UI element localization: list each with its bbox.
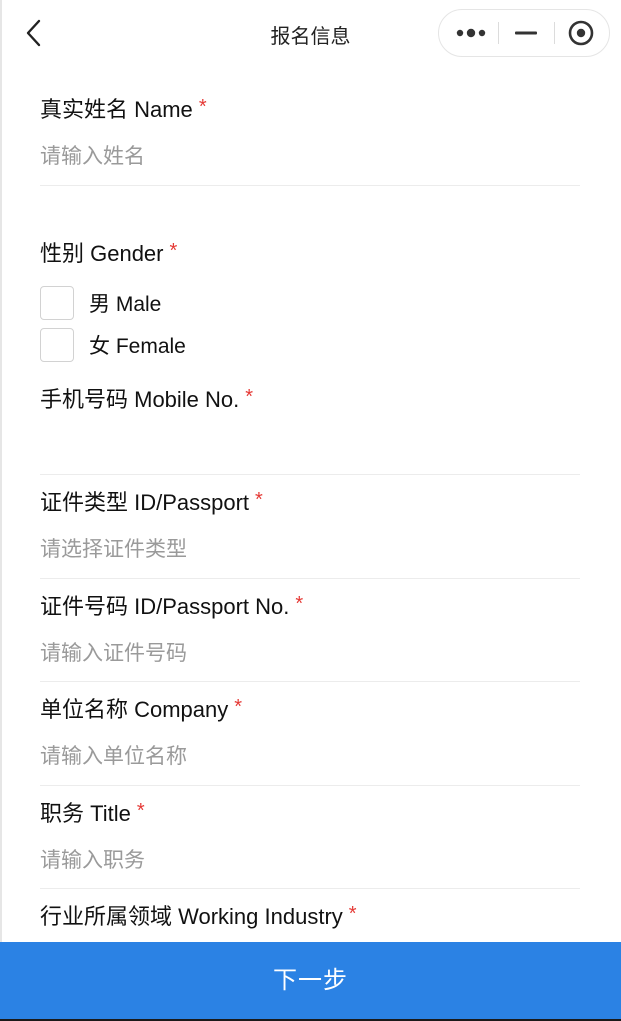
divider (40, 578, 580, 579)
mini-program-capsule (438, 9, 610, 57)
id-number-input[interactable] (40, 637, 580, 671)
company-label: 单位名称 Company * (40, 696, 243, 722)
mobile-field-group: 手机号码 Mobile No. * (40, 382, 580, 475)
checkbox[interactable] (40, 328, 74, 362)
divider (40, 785, 580, 786)
company-field-group: 单位名称 Company * (40, 692, 580, 786)
close-button[interactable] (554, 10, 610, 56)
required-mark: * (136, 800, 145, 822)
required-mark: * (295, 593, 304, 615)
checkbox[interactable] (40, 286, 74, 320)
divider (40, 185, 580, 186)
gender-option-female[interactable]: 女 Female (40, 327, 186, 363)
job-title-input[interactable] (40, 844, 580, 878)
id-number-label: 证件号码 ID/Passport No. * (40, 593, 304, 619)
name-input[interactable] (40, 140, 580, 174)
left-edge-line (0, 0, 2, 1021)
divider (40, 474, 580, 475)
id-number-field-group: 证件号码 ID/Passport No. * (40, 589, 580, 682)
mobile-label: 手机号码 Mobile No. * (40, 386, 254, 412)
mobile-input[interactable] (40, 430, 580, 464)
gender-option-label: 男 Male (89, 293, 162, 316)
required-mark: * (245, 386, 254, 408)
nav-bar: 报名信息 (0, 0, 621, 66)
industry-field-group: 行业所属领域 Working Industry * (40, 899, 580, 931)
required-mark: * (234, 696, 243, 718)
target-circle-icon (568, 20, 594, 46)
more-button[interactable] (441, 10, 497, 56)
required-mark: * (348, 903, 357, 925)
gender-option-male[interactable]: 男 Male (40, 285, 161, 321)
id-type-picker[interactable] (40, 533, 580, 567)
industry-label: 行业所属领域 Working Industry * (40, 903, 357, 929)
more-dots-icon (456, 28, 486, 38)
minus-icon (515, 31, 537, 35)
divider (40, 681, 580, 682)
id-type-field-group: 证件类型 ID/Passport * (40, 485, 580, 579)
divider (40, 888, 580, 889)
id-type-label: 证件类型 ID/Passport * (40, 489, 263, 515)
required-mark: * (198, 96, 207, 118)
gender-option-label: 女 Female (89, 335, 186, 358)
gender-field-group: 性别 Gender * 男 Male 女 Female (40, 236, 580, 362)
job-title-field-group: 职务 Title * (40, 796, 580, 889)
name-field-group: 真实姓名 Name * (40, 92, 580, 186)
required-mark: * (169, 240, 178, 262)
company-input[interactable] (40, 740, 580, 774)
job-title-label: 职务 Title * (40, 800, 145, 826)
next-step-button[interactable]: 下一步 (0, 942, 621, 1019)
minimize-button[interactable] (498, 10, 554, 56)
required-mark: * (255, 489, 263, 511)
gender-label: 性别 Gender * (40, 240, 178, 266)
name-label: 真实姓名 Name * (40, 96, 207, 122)
